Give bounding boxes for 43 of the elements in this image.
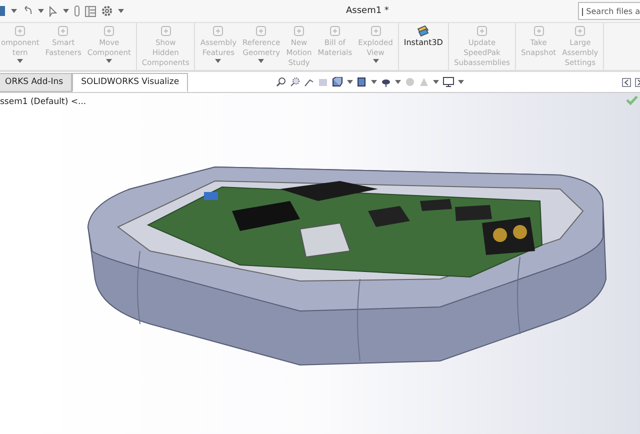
caret-icon[interactable] — [38, 9, 44, 13]
tool-icon — [293, 25, 306, 37]
tool-icon — [103, 25, 116, 37]
paperclip-icon[interactable] — [74, 5, 80, 17]
tool-icon — [370, 25, 382, 37]
hide-show-icon[interactable] — [381, 77, 392, 87]
tool-icon — [574, 25, 586, 37]
caret-icon[interactable] — [433, 80, 440, 84]
save-icon[interactable] — [0, 5, 6, 17]
settings-icon[interactable] — [101, 5, 113, 17]
monitor-icon[interactable] — [443, 77, 454, 87]
tool-icon — [212, 25, 224, 37]
tool-icon — [255, 25, 268, 37]
collapse-panel-icon[interactable] — [622, 78, 631, 86]
caret-icon[interactable] — [371, 80, 378, 84]
search-field[interactable]: Search files a — [578, 2, 640, 20]
caret-icon[interactable] — [11, 9, 17, 13]
panel-icon[interactable] — [85, 6, 96, 16]
caret-icon[interactable] — [118, 9, 124, 13]
window-title: Assem1 * — [345, 6, 390, 16]
view-orientation-icon[interactable] — [332, 77, 344, 87]
tool-icon — [476, 25, 488, 37]
tool-icon — [14, 25, 26, 37]
ribbon-button[interactable]: Instant3D — [400, 23, 446, 70]
caret-icon[interactable] — [395, 80, 402, 84]
caret-icon[interactable] — [347, 80, 354, 84]
tool-icon — [160, 25, 172, 37]
tab[interactable]: SOLIDWORKS Visualize — [72, 72, 188, 92]
zoom-area-icon[interactable] — [290, 77, 300, 87]
check-icon[interactable] — [626, 95, 638, 105]
caret-icon[interactable] — [458, 80, 464, 84]
caret-icon[interactable] — [63, 9, 69, 13]
tool-icon — [57, 25, 70, 37]
tree-item[interactable]: ssem1 (Default) <... — [0, 97, 86, 107]
previous-view-icon[interactable] — [304, 77, 314, 87]
zoom-icon[interactable] — [276, 77, 286, 87]
undo-icon[interactable] — [22, 6, 33, 16]
tool-icon — [328, 25, 341, 37]
cursor-icon[interactable] — [49, 6, 58, 16]
display-style-icon[interactable] — [357, 77, 368, 87]
tab[interactable]: ORKS Add-Ins — [0, 72, 72, 92]
tool-icon — [417, 25, 430, 37]
tool-icon — [532, 25, 545, 37]
